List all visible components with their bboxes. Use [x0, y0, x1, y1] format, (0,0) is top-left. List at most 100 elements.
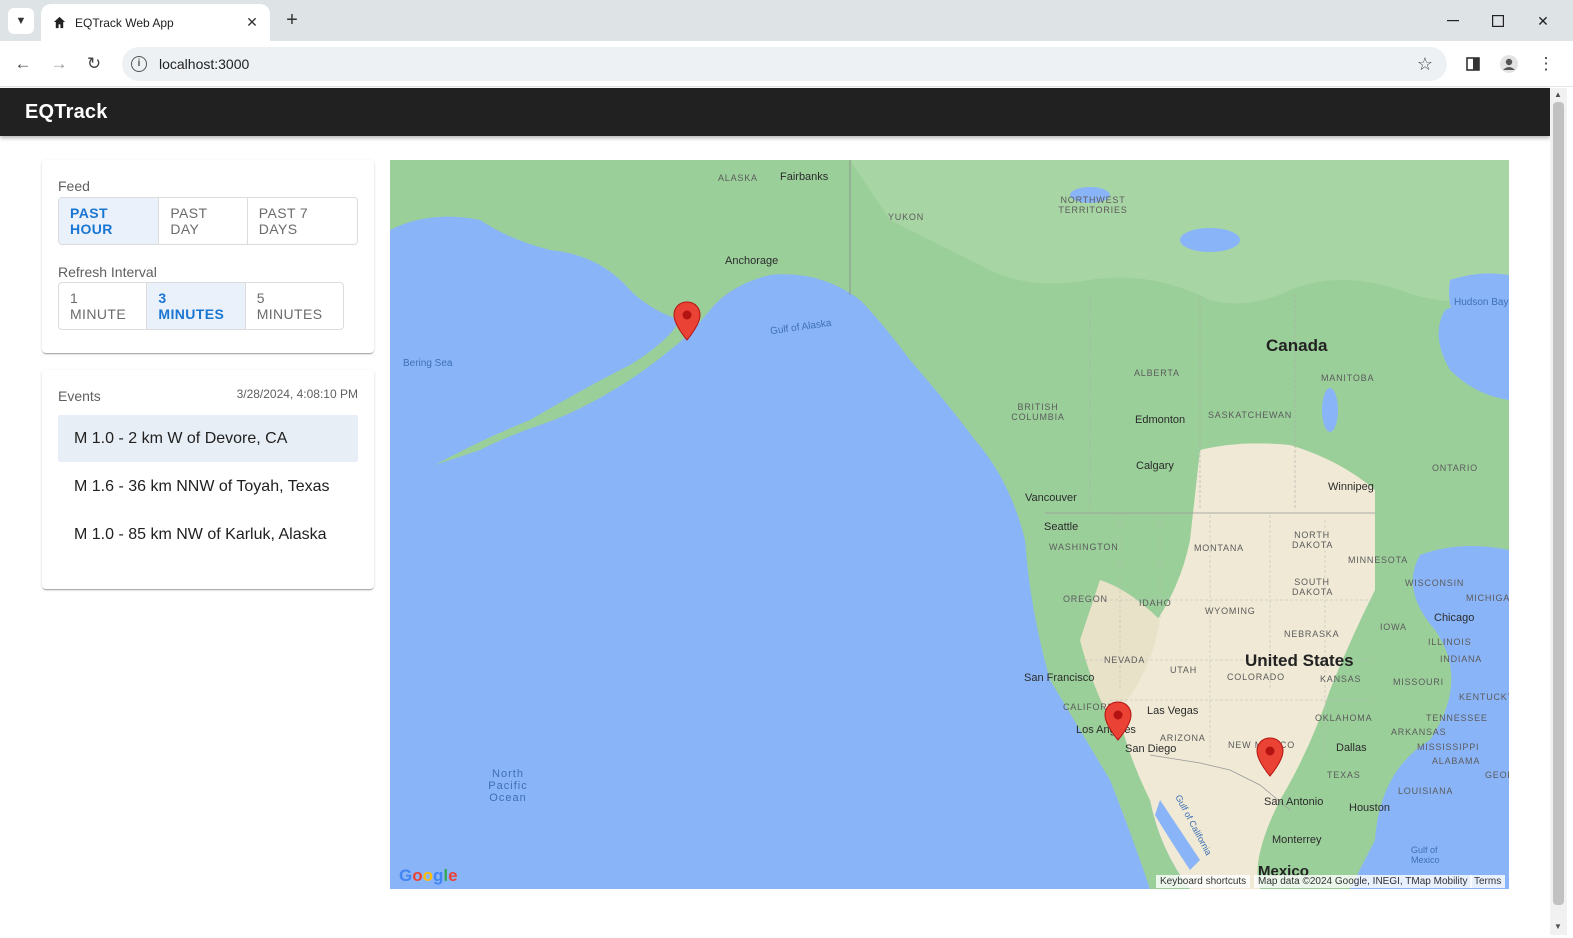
event-item[interactable]: M 1.0 - 85 km NW of Karluk, Alaska: [58, 511, 358, 558]
city-label: Houston: [1349, 802, 1390, 814]
feed-label: Feed: [58, 178, 90, 194]
close-window-icon[interactable]: ✕: [1530, 8, 1556, 34]
refresh-3-minutes-button[interactable]: 3 MINUTES: [147, 283, 246, 329]
water-label: Gulf of Mexico: [1411, 845, 1440, 865]
browser-tab[interactable]: EQTrack Web App ✕: [41, 4, 270, 41]
city-label: Las Vegas: [1147, 705, 1199, 717]
browser-menu-icon[interactable]: ⋮: [1532, 50, 1560, 78]
event-item[interactable]: M 1.0 - 2 km W of Devore, CA: [58, 415, 358, 462]
region-label: LOUISIANA: [1398, 786, 1454, 796]
browser-toolbar: ← → ↻ i localhost:3000 ☆ ⋮: [0, 41, 1573, 87]
earthquake-marker-pin[interactable]: [673, 301, 701, 341]
region-label: ILLINOIS: [1428, 637, 1472, 647]
feed-past-7-days-button[interactable]: PAST 7 DAYS: [248, 198, 357, 244]
city-label: Dallas: [1336, 742, 1367, 754]
region-label: NORTH DAKOTA: [1292, 530, 1334, 550]
forward-arrow-icon[interactable]: →: [45, 50, 73, 78]
city-label: Monterrey: [1272, 834, 1322, 846]
feed-past-day-button[interactable]: PAST DAY: [159, 198, 248, 244]
side-panel-icon[interactable]: [1459, 50, 1487, 78]
region-label: MICHIGAN: [1466, 593, 1509, 603]
region-label: BRITISH COLUMBIA: [1011, 402, 1065, 422]
minimize-icon[interactable]: [1440, 8, 1466, 34]
city-label: Chicago: [1434, 612, 1475, 624]
tab-title: EQTrack Web App: [75, 15, 174, 30]
region-label: WYOMING: [1205, 606, 1256, 616]
scrollbar-thumb[interactable]: [1553, 102, 1564, 905]
google-logo[interactable]: Google: [399, 866, 458, 886]
region-label: NEBRASKA: [1284, 629, 1340, 639]
region-label: WASHINGTON: [1049, 542, 1119, 552]
region-label: ONTARIO: [1432, 463, 1478, 473]
region-label: MISSOURI: [1393, 677, 1444, 687]
bookmark-star-icon[interactable]: ☆: [1417, 54, 1433, 75]
region-label: COLORADO: [1227, 672, 1285, 682]
region-label: KANSAS: [1320, 674, 1362, 684]
terms-link[interactable]: Terms: [1470, 875, 1506, 888]
city-label: Winnipeg: [1328, 481, 1374, 493]
event-item[interactable]: M 1.6 - 36 km NNW of Toyah, Texas: [58, 463, 358, 510]
region-label: WISCONSIN: [1405, 578, 1465, 588]
region-label: YUKON: [888, 212, 925, 222]
refresh-toggle-group: 1 MINUTE 3 MINUTES 5 MINUTES: [58, 282, 344, 330]
settings-card: Feed PAST HOUR PAST DAY PAST 7 DAYS Refr…: [42, 160, 374, 353]
region-label: MONTANA: [1194, 543, 1244, 553]
city-label: Calgary: [1136, 460, 1174, 472]
app-bar: EQTrack: [0, 88, 1550, 136]
new-tab-button[interactable]: +: [282, 10, 302, 30]
region-label: MISSISSIPPI: [1417, 742, 1480, 752]
earthquake-marker-pin[interactable]: [1256, 737, 1284, 777]
region-label: SOUTH DAKOTA: [1292, 577, 1334, 597]
keyboard-shortcuts-link[interactable]: Keyboard shortcuts: [1156, 875, 1251, 888]
region-label: UTAH: [1170, 665, 1198, 675]
region-label: MINNESOTA: [1348, 555, 1409, 565]
city-label: Vancouver: [1025, 492, 1077, 504]
region-label: ALBERTA: [1134, 368, 1180, 378]
events-label: Events: [58, 388, 101, 404]
feed-past-hour-button[interactable]: PAST HOUR: [59, 198, 160, 244]
region-label: ALABAMA: [1432, 756, 1481, 766]
city-label: San Francisco: [1024, 672, 1095, 684]
region-label: TEXAS: [1327, 770, 1361, 780]
region-label: OKLAHOMA: [1315, 713, 1373, 723]
region-label: IOWA: [1380, 622, 1407, 632]
region-label: TENNESSEE: [1426, 713, 1488, 723]
city-label: Edmonton: [1135, 414, 1186, 426]
close-tab-icon[interactable]: ✕: [242, 13, 262, 33]
region-label: KENTUCKY: [1459, 692, 1509, 702]
browser-tab-strip: ▼ EQTrack Web App ✕ + ✕: [0, 0, 1573, 41]
region-label: INDIANA: [1440, 654, 1483, 664]
region-label: MANITOBA: [1321, 373, 1375, 383]
app-title: EQTrack: [25, 101, 108, 123]
city-label: San Antonio: [1264, 796, 1324, 808]
profile-avatar-icon[interactable]: [1495, 50, 1523, 78]
region-label: SASKATCHEWAN: [1208, 410, 1293, 420]
refresh-1-minute-button[interactable]: 1 MINUTE: [59, 283, 148, 329]
map-data-attribution: Map data ©2024 Google, INEGI, TMap Mobil…: [1254, 875, 1472, 888]
tab-search-button[interactable]: ▼: [8, 8, 34, 34]
city-label: Anchorage: [725, 255, 779, 267]
scroll-up-icon[interactable]: ▲: [1554, 90, 1562, 99]
refresh-interval-label: Refresh Interval: [58, 264, 157, 280]
map[interactable]: Bering Sea Gulf of Alaska Hudson Bay Nor…: [390, 160, 1509, 889]
refresh-5-minutes-button[interactable]: 5 MINUTES: [246, 283, 343, 329]
country-label: United States: [1245, 651, 1354, 670]
scroll-down-icon[interactable]: ▼: [1554, 922, 1562, 931]
maximize-icon[interactable]: [1485, 8, 1511, 34]
region-label: ARIZONA: [1160, 733, 1206, 743]
city-label: Fairbanks: [780, 171, 829, 183]
region-label: NORTHWEST TERRITORIES: [1058, 195, 1128, 215]
earthquake-marker-pin[interactable]: [1104, 701, 1132, 741]
region-label: GEORGIA: [1485, 770, 1509, 780]
region-label: ALASKA: [718, 173, 758, 183]
site-info-icon[interactable]: i: [131, 56, 147, 72]
page-scrollbar[interactable]: ▲ ▼: [1550, 88, 1567, 935]
reload-icon[interactable]: ↻: [80, 50, 108, 78]
address-bar[interactable]: i localhost:3000 ☆: [122, 47, 1447, 81]
region-label: IDAHO: [1139, 598, 1172, 608]
region-label: NEVADA: [1104, 655, 1146, 665]
country-label: Canada: [1266, 336, 1328, 355]
feed-toggle-group: PAST HOUR PAST DAY PAST 7 DAYS: [58, 197, 358, 245]
back-arrow-icon[interactable]: ←: [9, 50, 37, 78]
water-label: Bering Sea: [403, 358, 453, 369]
